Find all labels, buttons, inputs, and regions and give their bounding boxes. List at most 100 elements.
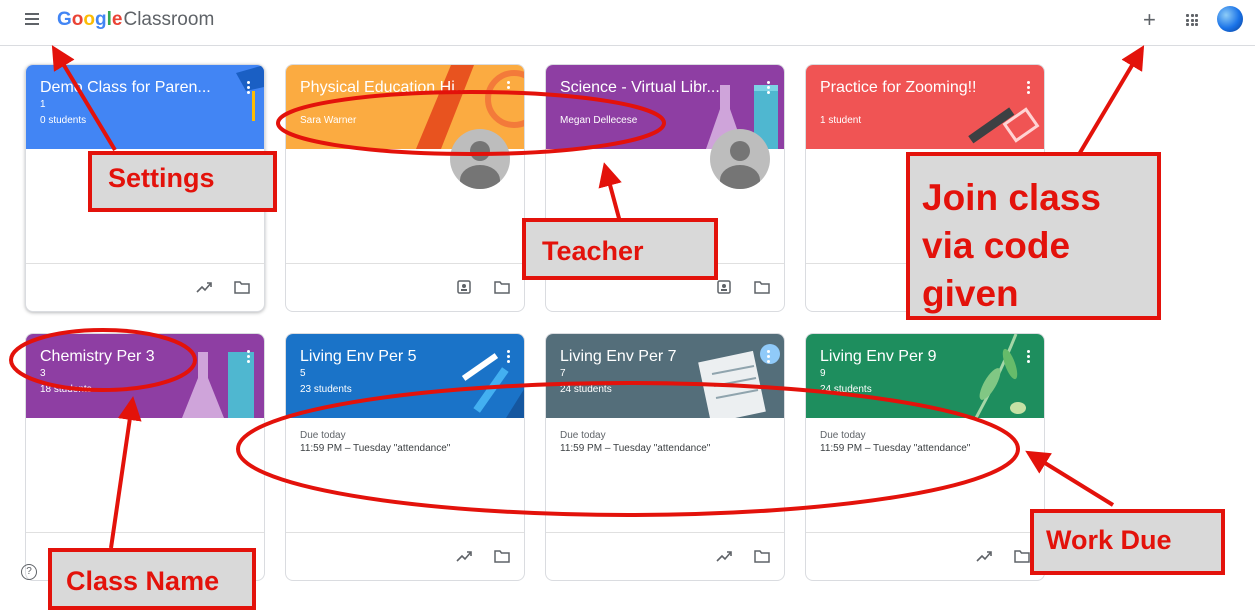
class-title[interactable]: Living Env Per 5 bbox=[300, 348, 496, 366]
class-student-count: 23 students bbox=[300, 384, 352, 395]
teacher-avatar bbox=[450, 129, 510, 189]
trend-icon[interactable] bbox=[716, 549, 732, 563]
class-student-count: 1 student bbox=[820, 115, 862, 126]
class-card[interactable]: Physical Education Hi... Sara Warner bbox=[285, 64, 525, 312]
join-class-line: given bbox=[922, 273, 1019, 314]
class-student-count: 0 students bbox=[40, 115, 87, 126]
more-options-icon[interactable] bbox=[1027, 81, 1030, 94]
trend-icon[interactable] bbox=[196, 280, 212, 294]
join-class-line: Join class bbox=[922, 177, 1101, 218]
class-title[interactable]: Practice for Zooming!! bbox=[820, 79, 1016, 97]
apps-dot bbox=[1190, 23, 1194, 26]
class-section bbox=[560, 99, 770, 111]
work-due-callout: Work Due bbox=[1030, 509, 1225, 575]
class-name-callout: Class Name bbox=[48, 548, 256, 610]
class-title[interactable]: Living Env Per 7 bbox=[560, 348, 756, 366]
folder-icon[interactable] bbox=[494, 280, 510, 294]
apps-dot bbox=[1195, 18, 1198, 22]
plus-icon[interactable]: + bbox=[1143, 9, 1156, 31]
portfolio-icon[interactable] bbox=[716, 280, 732, 294]
teacher-callout: Teacher bbox=[522, 218, 718, 280]
class-card-header[interactable]: Living Env Per 7 7 24 students bbox=[546, 334, 784, 418]
class-section: 3 bbox=[40, 368, 46, 379]
wordmark-letter: G bbox=[57, 9, 72, 30]
menu-icon[interactable] bbox=[25, 13, 41, 27]
folder-icon[interactable] bbox=[494, 549, 510, 563]
teacher-name: Megan Dellecese bbox=[560, 115, 638, 126]
product-name: Classroom bbox=[123, 9, 215, 30]
help-icon[interactable]: ? bbox=[21, 564, 37, 580]
more-options-icon[interactable] bbox=[767, 350, 770, 363]
class-card[interactable]: Living Env Per 5 5 23 students Due today… bbox=[285, 333, 525, 581]
class-title[interactable]: Physical Education Hi... bbox=[300, 79, 496, 97]
folder-icon[interactable] bbox=[1014, 549, 1030, 563]
apps-dot bbox=[1195, 14, 1198, 17]
due-label: Due today bbox=[820, 430, 866, 441]
folder-icon[interactable] bbox=[754, 280, 770, 294]
apps-dot bbox=[1186, 18, 1189, 22]
account-avatar[interactable] bbox=[1217, 6, 1243, 32]
wordmark-letter: g bbox=[95, 9, 107, 30]
class-card-footer bbox=[286, 532, 524, 580]
folder-icon[interactable] bbox=[754, 549, 770, 563]
class-card-header[interactable]: Living Env Per 5 5 23 students bbox=[286, 334, 524, 418]
trend-icon[interactable] bbox=[976, 549, 992, 563]
class-section: 5 bbox=[300, 368, 306, 379]
more-options-icon[interactable] bbox=[767, 81, 770, 94]
class-card[interactable]: Living Env Per 9 9 24 students Due today… bbox=[805, 333, 1045, 581]
classroom-screen: Google Classroom + Demo Class for Paren.… bbox=[0, 0, 1255, 614]
more-options-icon[interactable] bbox=[247, 350, 250, 363]
class-section: 9 bbox=[820, 368, 826, 379]
wordmark-letter: o bbox=[71, 9, 84, 30]
join-class-line: via code bbox=[922, 225, 1071, 266]
class-card[interactable]: Living Env Per 7 7 24 students Due today… bbox=[545, 333, 785, 581]
class-card-footer bbox=[26, 263, 264, 311]
teacher-name: Sara Warner bbox=[300, 115, 357, 126]
top-app-bar: Google Classroom + bbox=[0, 0, 1255, 46]
due-label: Due today bbox=[300, 430, 346, 441]
class-card-header[interactable]: Chemistry Per 3 3 18 students bbox=[26, 334, 264, 418]
class-section bbox=[300, 99, 510, 111]
class-student-count: 18 students bbox=[40, 384, 92, 395]
class-section: 1 bbox=[40, 99, 46, 110]
google-classroom-logo[interactable]: Google Classroom bbox=[57, 9, 214, 31]
more-options-icon[interactable] bbox=[507, 350, 510, 363]
due-assignment-link[interactable]: 11:59 PM – Tuesday "attendance" bbox=[560, 443, 770, 454]
google-wordmark: Google bbox=[57, 9, 122, 31]
class-section: 7 bbox=[560, 368, 566, 379]
class-card-footer bbox=[286, 263, 524, 311]
class-student-count: 24 students bbox=[560, 384, 612, 395]
class-title[interactable]: Demo Class for Paren... bbox=[40, 79, 236, 97]
portfolio-icon[interactable] bbox=[456, 280, 472, 294]
apps-dot bbox=[1186, 23, 1189, 26]
class-title[interactable]: Chemistry Per 3 bbox=[40, 348, 236, 366]
class-title[interactable]: Science - Virtual Libr... bbox=[560, 79, 756, 97]
due-assignment-link[interactable]: 11:59 PM – Tuesday "attendance" bbox=[820, 443, 1030, 454]
class-card-body: Due today 11:59 PM – Tuesday "attendance… bbox=[286, 418, 524, 532]
class-card-footer bbox=[546, 532, 784, 580]
apps-dot bbox=[1190, 14, 1194, 17]
class-card-body bbox=[26, 418, 264, 532]
class-card[interactable]: Chemistry Per 3 3 18 students bbox=[25, 333, 265, 581]
join-class-arrow bbox=[1076, 45, 1145, 158]
more-options-icon[interactable] bbox=[247, 81, 250, 94]
class-student-count: 24 students bbox=[820, 384, 872, 395]
wordmark-letter: o bbox=[83, 9, 95, 30]
more-options-icon[interactable] bbox=[507, 81, 510, 94]
more-options-icon[interactable] bbox=[1027, 350, 1030, 363]
apps-dot bbox=[1190, 18, 1194, 22]
folder-icon[interactable] bbox=[234, 280, 250, 294]
teacher-avatar bbox=[710, 129, 770, 189]
apps-dot bbox=[1195, 23, 1198, 26]
class-card-footer bbox=[806, 532, 1044, 580]
apps-grid-icon[interactable] bbox=[1186, 14, 1198, 26]
due-assignment-link[interactable]: 11:59 PM – Tuesday "attendance" bbox=[300, 443, 510, 454]
trend-icon[interactable] bbox=[456, 549, 472, 563]
wordmark-letter: e bbox=[111, 9, 123, 30]
class-section bbox=[820, 99, 1030, 111]
class-title[interactable]: Living Env Per 9 bbox=[820, 348, 1016, 366]
due-label: Due today bbox=[560, 430, 606, 441]
class-card-header[interactable]: Demo Class for Paren... 1 0 students bbox=[26, 65, 264, 149]
class-card-header[interactable]: Practice for Zooming!! 1 student bbox=[806, 65, 1044, 149]
class-card-header[interactable]: Living Env Per 9 9 24 students bbox=[806, 334, 1044, 418]
